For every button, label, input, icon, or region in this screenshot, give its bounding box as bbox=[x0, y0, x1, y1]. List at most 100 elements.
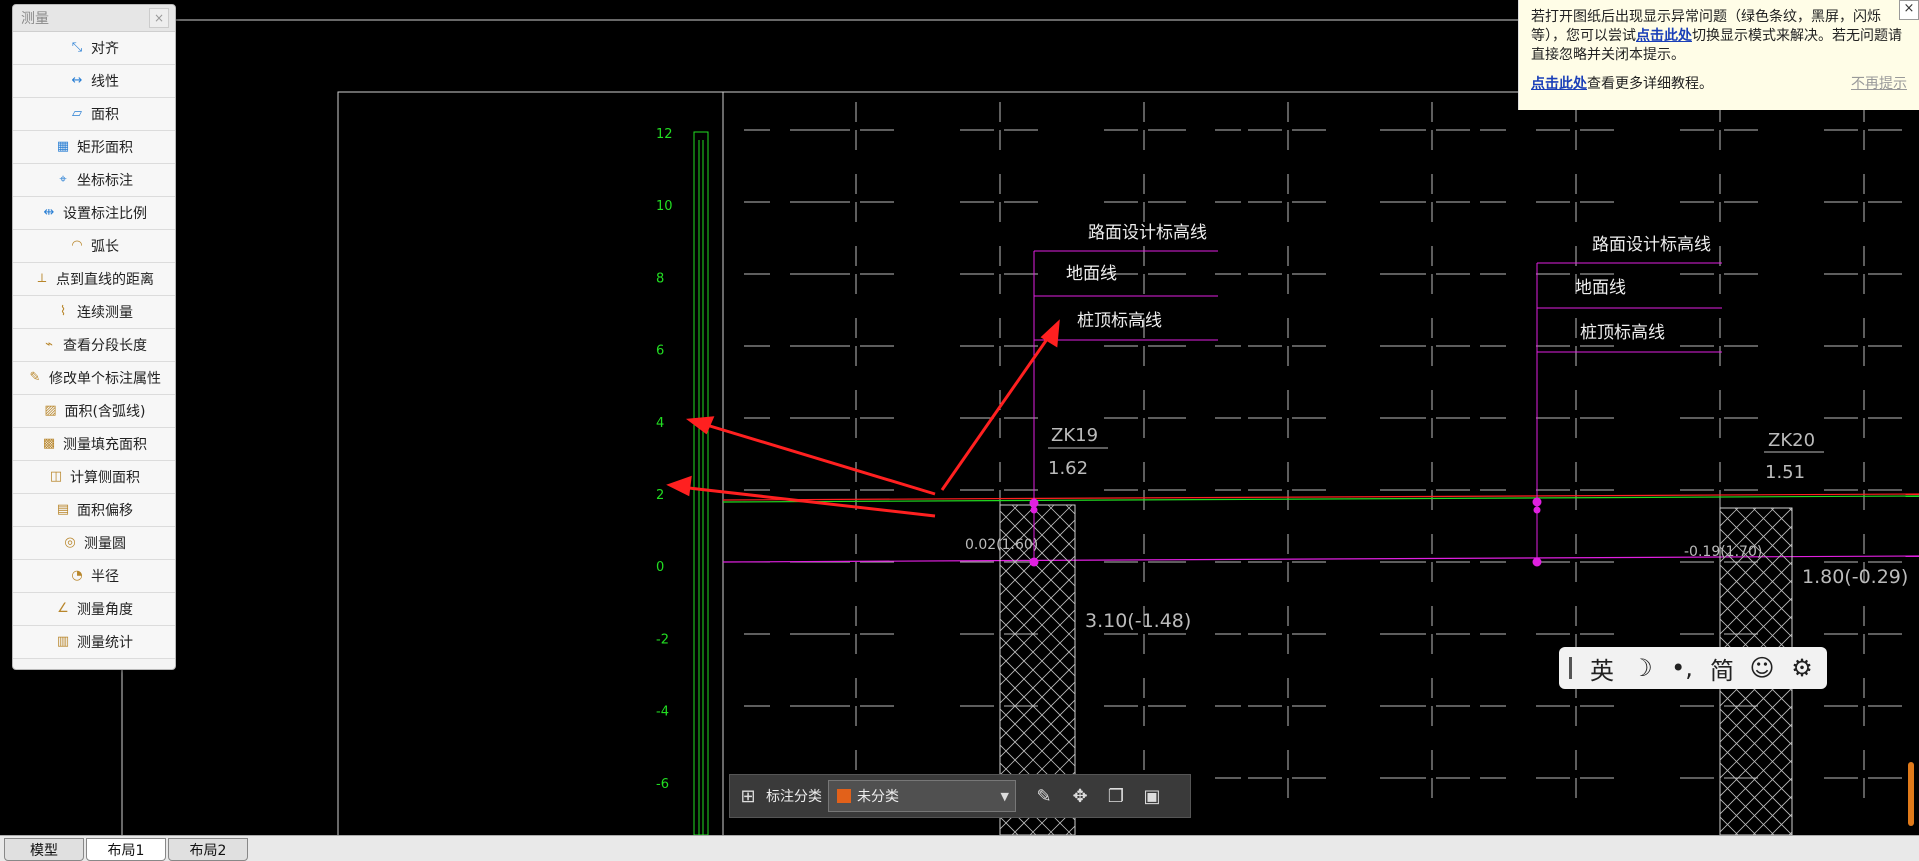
measure-tool-button[interactable]: ▥ 测量统计 bbox=[13, 626, 175, 659]
emoji-icon[interactable]: ☺ bbox=[1742, 654, 1782, 682]
arc-length-icon: ◠ bbox=[71, 238, 83, 253]
borehole-bottom-label-zk19: 3.10(-1.48) bbox=[1085, 610, 1191, 632]
layout-tab-bar: 模型 布局1 布局2 bbox=[0, 835, 1919, 861]
annotation-category-select[interactable]: 未分类 ▼ bbox=[828, 780, 1016, 812]
measure-tool-button[interactable]: ⌁ 查看分段长度 bbox=[13, 329, 175, 362]
annotation-toolbar: ⊞ 标注分类 未分类 ▼ ✎ ✥ ❐ ▣ bbox=[729, 774, 1191, 818]
circle-measure-icon: ◎ bbox=[64, 535, 76, 550]
arc-area-icon: ▨ bbox=[44, 403, 57, 418]
y-axis-tick-label: 8 bbox=[656, 271, 664, 286]
coordinate-icon: ⌖ bbox=[59, 172, 67, 187]
scale-icon: ⇹ bbox=[43, 205, 55, 220]
statistics-icon: ▥ bbox=[56, 634, 70, 649]
measure-tool-button[interactable]: ⌇ 连续测量 bbox=[13, 296, 175, 329]
measure-panel: 测量 × ⤡ 对齐 ↔ 线性 ▱ 面积 ▦ 矩形面积 ⌖ 坐标标注 ⇹ 设置标注比例 ◠ 弧长 ⟂ 点到直线的… bbox=[12, 4, 176, 670]
edit-icon[interactable]: ✎ bbox=[1026, 786, 1062, 807]
measure-tool-button[interactable]: ⌖ 坐标标注 bbox=[13, 164, 175, 197]
segment-length-icon: ⌁ bbox=[45, 337, 53, 352]
align-measure-icon: ⤡ bbox=[71, 40, 83, 55]
point-line-distance-icon: ⟂ bbox=[37, 271, 47, 286]
grid-layout-icon[interactable]: ⊞ bbox=[730, 786, 766, 807]
close-icon[interactable]: × bbox=[1899, 0, 1919, 20]
measure-tool-label: 查看分段长度 bbox=[63, 338, 147, 354]
ime-moon-icon[interactable]: ☽ bbox=[1622, 654, 1662, 682]
measure-tool-label: 矩形面积 bbox=[77, 140, 133, 156]
borehole-value-zk19: 1.62 bbox=[1048, 458, 1088, 479]
cad-drawing-canvas[interactable]: 12 10 8 6 4 2 0 -2 -4 -6 路面设计标高线 地面线 桩顶标高线 路面设计标高… bbox=[0, 0, 1919, 860]
measure-tool-label: 修改单个标注属性 bbox=[49, 371, 161, 387]
paste-icon[interactable]: ▣ bbox=[1134, 786, 1170, 807]
measure-tool-button[interactable]: ▨ 面积(含弧线) bbox=[13, 395, 175, 428]
side-area-icon: ◫ bbox=[49, 469, 63, 484]
angle-icon: ∠ bbox=[57, 601, 69, 616]
scroll-thumb[interactable] bbox=[1908, 762, 1914, 826]
measure-tool-label: 面积(含弧线) bbox=[64, 404, 146, 420]
copy-icon[interactable]: ❐ bbox=[1098, 786, 1134, 807]
tab-layout-2[interactable]: 布局2 bbox=[168, 838, 248, 861]
measure-tool-label: 坐标标注 bbox=[77, 173, 133, 189]
measure-tool-button[interactable]: ∠ 测量角度 bbox=[13, 593, 175, 626]
legend-road-line-label-1: 路面设计标高线 bbox=[1088, 223, 1207, 243]
fill-area-icon: ▩ bbox=[42, 436, 56, 451]
measure-tool-label: 面积 bbox=[91, 107, 119, 123]
close-icon[interactable]: × bbox=[149, 8, 169, 28]
measure-tool-label: 计算侧面积 bbox=[70, 470, 140, 486]
drawing-frame bbox=[337, 91, 1919, 853]
measure-tool-button[interactable]: ↔ 线性 bbox=[13, 65, 175, 98]
ime-punctuation-icon[interactable]: •, bbox=[1662, 654, 1702, 682]
notice-text-3: 查看更多详细教程。 bbox=[1587, 76, 1713, 92]
legend-road-line-label-2: 路面设计标高线 bbox=[1592, 235, 1711, 255]
y-axis-tick-label: -6 bbox=[656, 777, 669, 792]
measure-tool-button[interactable]: ◠ 弧长 bbox=[13, 230, 175, 263]
gear-icon[interactable]: ⚙ bbox=[1782, 654, 1822, 682]
legend-pile-top-label-2: 桩顶标高线 bbox=[1580, 323, 1665, 343]
measure-tool-button[interactable]: ◫ 计算侧面积 bbox=[13, 461, 175, 494]
measure-tool-list: ⤡ 对齐 ↔ 线性 ▱ 面积 ▦ 矩形面积 ⌖ 坐标标注 ⇹ 设置标注比例 ◠ 弧长 ⟂ 点到直线的距离 ⌇ 连续… bbox=[13, 32, 175, 659]
borehole-name-zk19: ZK19 bbox=[1051, 425, 1098, 446]
rect-area-icon: ▦ bbox=[56, 139, 70, 154]
linear-measure-icon: ↔ bbox=[71, 73, 83, 88]
measure-tool-button[interactable]: ▦ 矩形面积 bbox=[13, 131, 175, 164]
borehole-bottom-label-zk20: 1.80(-0.29) bbox=[1802, 566, 1908, 588]
tutorial-link[interactable]: 点击此处 bbox=[1531, 76, 1587, 92]
measure-tool-button[interactable]: ◔ 半径 bbox=[13, 560, 175, 593]
y-axis-tick-label: 6 bbox=[656, 344, 664, 359]
y-axis-tick-label: 10 bbox=[656, 199, 673, 214]
move-icon[interactable]: ✥ bbox=[1062, 786, 1098, 807]
measure-tool-label: 测量角度 bbox=[77, 602, 133, 618]
measure-tool-button[interactable]: ✎ 修改单个标注属性 bbox=[13, 362, 175, 395]
area-offset-icon: ▤ bbox=[56, 502, 70, 517]
borehole-ground-label-zk19: 0.02(1.60) bbox=[965, 537, 1038, 553]
tab-layout-1[interactable]: 布局1 bbox=[86, 838, 166, 861]
radius-icon: ◔ bbox=[71, 568, 83, 583]
measure-tool-button[interactable]: ⤡ 对齐 bbox=[13, 32, 175, 65]
measure-tool-button[interactable]: ▱ 面积 bbox=[13, 98, 175, 131]
measure-panel-header: 测量 × bbox=[13, 5, 175, 32]
elevation-scale-bars bbox=[693, 131, 709, 836]
measure-tool-label: 半径 bbox=[91, 569, 119, 585]
measure-panel-title: 测量 bbox=[21, 11, 49, 27]
ime-language-toggle[interactable]: 英 bbox=[1582, 651, 1622, 686]
switch-display-mode-link[interactable]: 点击此处 bbox=[1636, 28, 1692, 44]
measure-tool-label: 测量圆 bbox=[84, 536, 126, 552]
measure-tool-button[interactable]: ◎ 测量圆 bbox=[13, 527, 175, 560]
legend-ground-line-label-2: 地面线 bbox=[1575, 278, 1626, 298]
ime-simplified-toggle[interactable]: 简 bbox=[1702, 651, 1742, 686]
measure-tool-button[interactable]: ⇹ 设置标注比例 bbox=[13, 197, 175, 230]
borehole-value-zk20: 1.51 bbox=[1765, 462, 1805, 483]
ime-drag-handle[interactable] bbox=[1569, 657, 1572, 679]
measure-tool-label: 点到直线的距离 bbox=[56, 272, 154, 288]
category-color-swatch bbox=[837, 789, 851, 803]
legend-pile-top-label-1: 桩顶标高线 bbox=[1077, 311, 1162, 331]
borehole-name-zk20: ZK20 bbox=[1768, 430, 1815, 451]
tab-model[interactable]: 模型 bbox=[4, 838, 84, 861]
measure-tool-label: 设置标注比例 bbox=[63, 206, 147, 222]
measure-tool-button[interactable]: ▩ 测量填充面积 bbox=[13, 428, 175, 461]
measure-tool-button[interactable]: ⟂ 点到直线的距离 bbox=[13, 263, 175, 296]
notice-message: 若打开图纸后出现显示异常问题（绿色条纹，黑屏，闪烁等），您可以尝试点击此处切换显… bbox=[1531, 8, 1907, 65]
y-axis-tick-label: 12 bbox=[656, 127, 673, 142]
measure-tool-button[interactable]: ▤ 面积偏移 bbox=[13, 494, 175, 527]
dont-show-again-link[interactable]: 不再提示 bbox=[1851, 75, 1907, 94]
chevron-down-icon: ▼ bbox=[1000, 789, 1009, 803]
measure-tool-label: 面积偏移 bbox=[77, 503, 133, 519]
